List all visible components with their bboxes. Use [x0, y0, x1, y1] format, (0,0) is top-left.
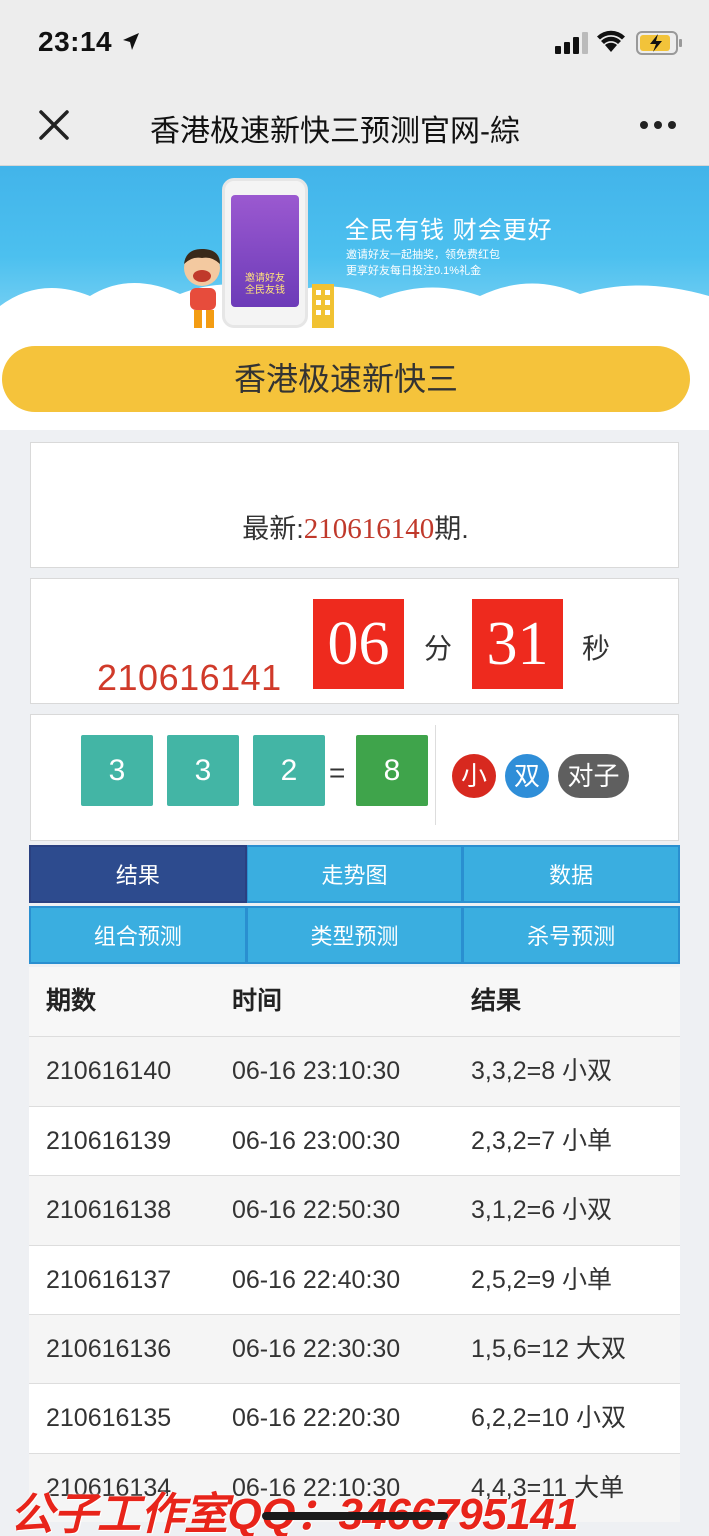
phone-screen: 邀请好友 全民友钱: [231, 195, 299, 307]
nav-bar: 香港极速新快三预测官网-綜: [0, 88, 709, 166]
issue-cell: 210616135: [46, 1404, 172, 1433]
time-cell: 06-16 23:00:30: [232, 1126, 401, 1155]
result-cell: 2,3,2=7 小单: [471, 1126, 613, 1155]
minutes-unit: 分: [424, 633, 453, 664]
status-time: 23:14: [38, 26, 113, 57]
issue-cell: 210616136: [46, 1334, 172, 1363]
equals-sign: =: [329, 757, 346, 788]
dice-1: 3: [81, 735, 153, 806]
issue-cell: 210616140: [46, 1057, 172, 1086]
dice-3: 2: [253, 735, 325, 806]
time-cell: 06-16 22:40:30: [232, 1265, 401, 1294]
next-issue-number: 210616141: [97, 657, 282, 698]
page: 23:14 香港极速新快三预测官网-綜 邀请好友 全民友钱 全民有钱 财会更好 …: [0, 0, 709, 1536]
table-row: 210616139 06-16 23:00:30 2,3,2=7 小单: [29, 1105, 680, 1176]
latest-result-panel: 3 3 2 = 8 小 双 对子: [30, 714, 679, 841]
latest-label: 最新:: [242, 514, 304, 544]
result-cell: 1,5,6=12 大双: [471, 1334, 626, 1363]
countdown-panel: 210616141 06 分 31 秒: [30, 578, 679, 704]
result-cell: 3,1,2=6 小双: [471, 1196, 613, 1225]
table-row: 210616136 06-16 22:30:30 1,5,6=12 大双: [29, 1313, 680, 1384]
phone-screen-text: 邀请好友 全民友钱: [245, 273, 285, 296]
banner-subtext: 邀请好友一起抽奖，领免费红包: [346, 249, 500, 261]
tab-bar-secondary: 组合预测 类型预测 杀号预测: [29, 906, 681, 964]
issue-cell: 210616139: [46, 1126, 172, 1155]
cartoon-man-illustration: [184, 248, 220, 328]
result-cell: 6,2,2=10 小双: [471, 1404, 626, 1433]
size-badge: 小: [452, 754, 496, 798]
game-title-button[interactable]: 香港极速新快三: [2, 346, 690, 412]
tab-data[interactable]: 数据: [463, 845, 681, 903]
tab-kill-number-prediction[interactable]: 杀号预测: [463, 906, 681, 964]
page-title: 香港极速新快三预测官网-綜: [150, 106, 560, 146]
table-row: 210616135 06-16 22:20:30 6,2,2=10 小双: [29, 1383, 680, 1453]
banner-headline: 全民有钱 财会更好: [345, 217, 553, 244]
result-cell: 2,5,2=9 小单: [471, 1265, 613, 1294]
dice-2: 3: [167, 735, 239, 806]
divider: [435, 725, 436, 825]
latest-issue-panel: 最新:210616140期.: [30, 442, 679, 568]
wifi-icon: [597, 30, 625, 52]
close-icon[interactable]: [34, 105, 74, 145]
result-cell: 3,3,2=8 小双: [471, 1057, 613, 1086]
countdown-seconds: 31: [472, 599, 563, 689]
tab-combo-prediction[interactable]: 组合预测: [29, 906, 247, 964]
tab-trend-chart[interactable]: 走势图: [246, 845, 464, 903]
banner-subtext: 更享好友每日投注0.1%礼金: [346, 265, 482, 277]
location-arrow-icon: [123, 33, 139, 50]
column-header-time: 时间: [232, 987, 283, 1015]
table-row: 210616138 06-16 22:50:30 3,1,2=6 小双: [29, 1175, 680, 1245]
tab-results[interactable]: 结果: [29, 845, 247, 903]
time-cell: 06-16 22:50:30: [232, 1196, 401, 1225]
column-header-issue: 期数: [46, 987, 97, 1015]
issue-cell: 210616137: [46, 1265, 172, 1294]
home-indicator[interactable]: [262, 1512, 448, 1520]
countdown-minutes: 06: [313, 599, 404, 689]
tab-type-prediction[interactable]: 类型预测: [246, 906, 464, 964]
table-header-row: 期数 时间 结果: [29, 967, 680, 1037]
more-icon[interactable]: [634, 110, 682, 140]
signal-icon: [555, 32, 588, 54]
table-row: 210616137 06-16 22:40:30 2,5,2=9 小单: [29, 1244, 680, 1314]
time-cell: 06-16 22:20:30: [232, 1404, 401, 1433]
battery-charging-icon: [636, 31, 682, 55]
time-cell: 06-16 23:10:30: [232, 1057, 401, 1086]
status-bar: 23:14: [0, 0, 709, 88]
tab-bar-primary: 结果 走势图 数据: [29, 845, 681, 903]
watermark-text: 公子工作室QQ：3466795141: [10, 1478, 579, 1536]
parity-badge: 双: [505, 754, 549, 798]
dice-sum: 8: [356, 735, 428, 806]
latest-issue-line: 最新:210616140期.: [31, 507, 680, 546]
results-table: 期数 时间 结果 210616140 06-16 23:10:30 3,3,2=…: [29, 967, 680, 1523]
time-cell: 06-16 22:30:30: [232, 1334, 401, 1363]
issue-cell: 210616138: [46, 1196, 172, 1225]
pair-badge: 对子: [558, 754, 629, 798]
building-illustration: [312, 284, 334, 328]
seconds-unit: 秒: [582, 633, 611, 664]
latest-issue-number: 210616140: [303, 513, 435, 545]
table-row: 210616140 06-16 23:10:30 3,3,2=8 小双: [29, 1036, 680, 1106]
latest-suffix: 期.: [434, 514, 469, 544]
promo-banner[interactable]: 邀请好友 全民友钱 全民有钱 财会更好 邀请好友一起抽奖，领免费红包 更享好友每…: [0, 166, 709, 330]
column-header-result: 结果: [471, 987, 522, 1015]
